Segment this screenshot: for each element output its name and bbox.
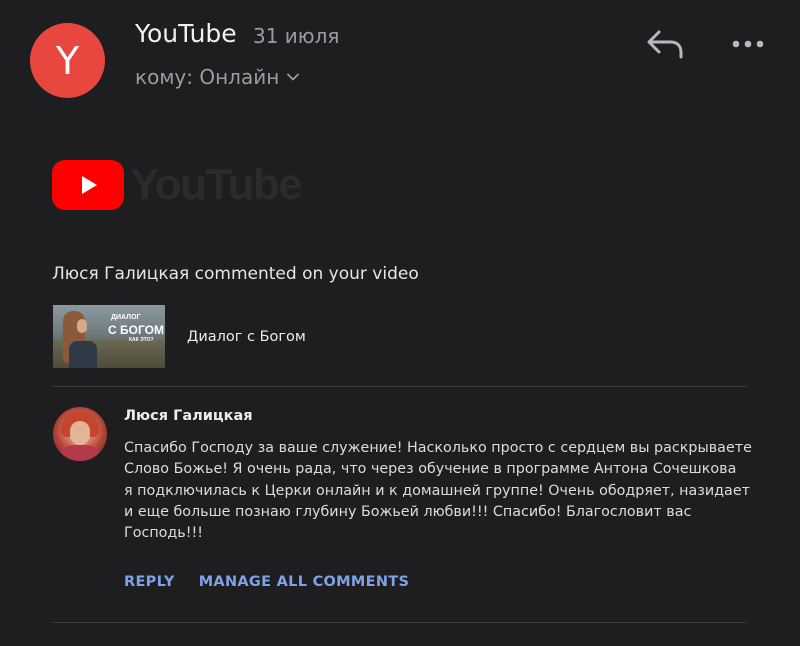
video-thumbnail[interactable]: ДИАЛОГ С БОГОМ КАК ЭТО? [53, 305, 165, 368]
video-link[interactable]: ДИАЛОГ С БОГОМ КАК ЭТО? Диалог с Богом [53, 305, 306, 368]
email-view: Y YouTube 31 июля кому: Онлайн YouTube Л… [0, 0, 800, 646]
recipient-toggle[interactable]: кому: Онлайн [135, 65, 300, 89]
thumbnail-text: ДИАЛОГ [111, 314, 141, 321]
thumbnail-text: С БОГОМ [108, 323, 164, 337]
reply-button[interactable]: REPLY [124, 574, 175, 590]
sender-name: YouTube [135, 19, 237, 48]
youtube-play-icon [52, 160, 124, 210]
chevron-down-icon [287, 73, 300, 81]
thumbnail-text: КАК ЭТО? [129, 337, 154, 343]
sender-avatar[interactable]: Y [30, 23, 105, 98]
commenter-name: Люся Галицкая [124, 408, 253, 424]
divider [52, 386, 747, 387]
commenter-avatar[interactable] [53, 407, 107, 461]
video-title[interactable]: Диалог с Богом [187, 329, 306, 345]
reply-icon[interactable] [645, 28, 685, 60]
manage-comments-button[interactable]: MANAGE ALL COMMENTS [199, 574, 410, 590]
email-date: 31 июля [253, 24, 340, 48]
youtube-logo[interactable]: YouTube [52, 160, 303, 210]
comment-actions: REPLY MANAGE ALL COMMENTS [124, 574, 409, 590]
more-icon[interactable] [730, 34, 766, 54]
notification-headline: Люся Галицкая commented on your video [52, 264, 419, 284]
recipient-label: кому: Онлайн [135, 65, 280, 89]
avatar-letter: Y [55, 38, 80, 83]
youtube-wordmark: YouTube [130, 160, 303, 209]
comment-text: Спасибо Господу за ваше служение! Наскол… [124, 440, 752, 542]
divider [52, 622, 747, 623]
